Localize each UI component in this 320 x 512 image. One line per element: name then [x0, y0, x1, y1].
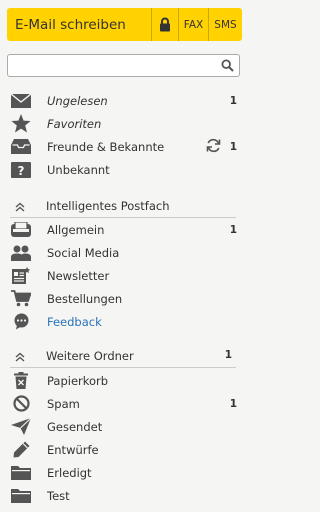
folder-label: Gesendet [47, 419, 103, 434]
inbox-tray-icon [10, 137, 32, 157]
section-more-folders[interactable]: Weitere Ordner 1 [10, 346, 236, 368]
folder-general[interactable]: Allgemein 1 [0, 218, 251, 241]
folder-trash[interactable]: Papierkorb [0, 369, 251, 392]
folder-label: Unbekannt [47, 162, 110, 177]
people-icon [10, 243, 32, 263]
folder-label: Bestellungen [47, 291, 123, 306]
secure-mail-button[interactable] [152, 8, 179, 41]
folder-label: Test [47, 488, 70, 503]
folder-favorites[interactable]: Favoriten [0, 112, 251, 135]
section-count: 1 [224, 349, 232, 361]
fax-button[interactable]: FAX [179, 8, 209, 41]
folder-spam[interactable]: Spam 1 [0, 392, 251, 415]
folder-label: Papierkorb [47, 373, 109, 388]
folder-label: Favoriten [47, 116, 102, 131]
folder-label: Entwürfe [47, 442, 99, 457]
star-icon [10, 114, 32, 134]
search-box [7, 54, 240, 77]
folder-feedback[interactable]: Feedback [0, 310, 251, 333]
folder-test[interactable]: Test [0, 484, 251, 507]
compose-bar: E-Mail schreiben FAX SMS [7, 8, 242, 41]
unread-count: 1 [229, 140, 237, 153]
folder-label: Allgemein [47, 222, 105, 237]
collapse-chevron-icon [14, 201, 26, 215]
folder-unknown[interactable]: ? Unbekannt [0, 158, 251, 181]
folder-label: Feedback [47, 314, 102, 329]
folder-sent[interactable]: Gesendet [0, 415, 251, 438]
newsletter-icon [10, 266, 32, 286]
section-smart-inbox[interactable]: Intelligentes Postfach [10, 196, 236, 218]
unread-count: 1 [229, 397, 237, 410]
folder-label: Newsletter [47, 268, 110, 283]
search-icon[interactable] [221, 59, 234, 72]
write-email-button[interactable]: E-Mail schreiben [7, 8, 152, 41]
unknown-sender-icon: ? [10, 160, 32, 180]
svg-text:?: ? [18, 164, 25, 178]
unread-count: 1 [229, 223, 237, 236]
folder-icon [10, 486, 32, 506]
folder-label: Social Media [47, 245, 120, 260]
folder-icon [10, 463, 32, 483]
folder-social-media[interactable]: Social Media [0, 241, 251, 264]
cart-icon [10, 289, 32, 309]
tray-icon [10, 220, 32, 240]
sms-button[interactable]: SMS [209, 8, 242, 41]
speech-bubble-icon [10, 312, 32, 332]
folder-label: Erledigt [47, 465, 92, 480]
folder-drafts[interactable]: Entwürfe [0, 438, 251, 461]
spam-icon [10, 394, 32, 414]
folder-unread[interactable]: Ungelesen 1 [0, 89, 251, 112]
folder-done[interactable]: Erledigt [0, 461, 251, 484]
folder-label: Spam [47, 396, 80, 411]
folder-friends[interactable]: Freunde & Bekannte 1 [0, 135, 251, 158]
sms-label: SMS [214, 18, 237, 31]
unread-count: 1 [229, 94, 237, 107]
section-label: Weitere Ordner [46, 349, 134, 363]
folder-orders[interactable]: Bestellungen [0, 287, 251, 310]
envelope-icon [10, 91, 32, 111]
paper-plane-icon [10, 417, 32, 437]
fax-label: FAX [183, 18, 204, 31]
folder-label: Freunde & Bekannte [47, 139, 165, 154]
collapse-chevron-icon [14, 351, 26, 365]
lock-icon [160, 17, 170, 32]
refresh-icon[interactable] [206, 138, 221, 156]
search-input[interactable] [8, 55, 213, 76]
write-email-label: E-Mail schreiben [15, 16, 126, 33]
folder-label: Ungelesen [47, 93, 108, 108]
folder-newsletter[interactable]: Newsletter [0, 264, 251, 287]
trash-icon [10, 371, 32, 391]
section-label: Intelligentes Postfach [46, 199, 170, 213]
pencil-icon [10, 440, 32, 460]
